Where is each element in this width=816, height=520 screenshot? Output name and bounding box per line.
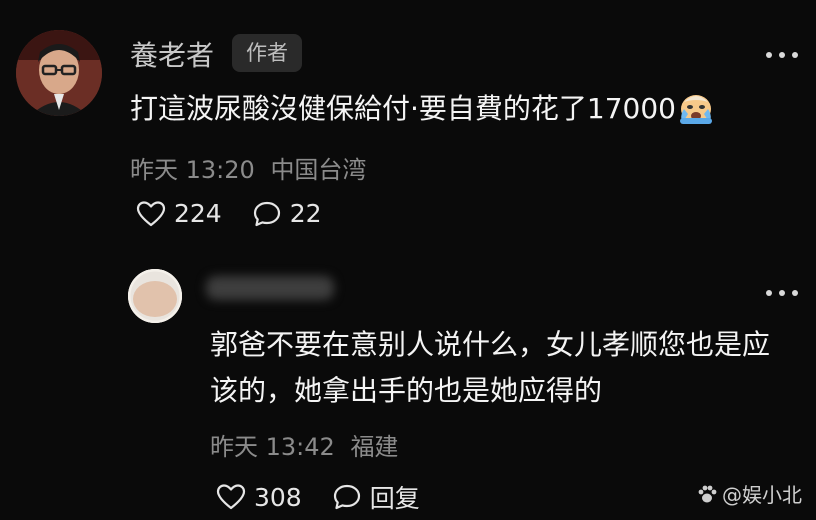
comment-text-content: 打這波尿酸沒健保給付·要自費的花了17000 [130,92,676,125]
avatar[interactable] [128,269,182,323]
more-options-icon[interactable] [766,52,798,60]
paw-icon [698,485,717,502]
comment-meta: 昨天 13:20 中国台湾 [130,150,366,185]
comment-location: 福建 [350,433,399,461]
like-count: 308 [254,482,302,512]
watermark-text: @娱小北 [722,483,802,507]
avatar[interactable] [16,30,102,116]
author-badge: 作者 [232,34,302,72]
reply-count: 22 [289,199,322,228]
like-button[interactable]: 224 [136,199,222,228]
comment-meta: 昨天 13:42 福建 [210,427,398,462]
comment-actions: 308 回复 [216,479,420,515]
reply-label: 回复 [369,484,420,513]
comment-text: 打這波尿酸沒健保給付·要自費的花了17000 [130,86,714,138]
comment-text: 郭爸不要在意别人说什么，女儿孝顺您也是应该的，她拿出手的也是她应得的 [210,328,771,407]
more-options-icon[interactable] [766,290,798,298]
comment-bubble-icon [253,201,280,226]
reply-button[interactable]: 22 [252,199,322,228]
like-count: 224 [174,199,222,228]
comment-bubble-icon [333,484,360,510]
comment-date: 昨天 13:20 [130,156,255,184]
blurred-username[interactable] [206,276,334,300]
comment-actions: 224 22 [136,199,322,228]
heart-icon [136,200,166,226]
like-button[interactable]: 308 [216,483,302,512]
comment-item: 養老者 作者 打這波尿酸沒健保給付·要自費的花了17000 昨天 13:20 中… [0,0,816,250]
username[interactable]: 養老者 [130,34,214,74]
comment-date: 昨天 13:42 [210,433,335,461]
watermark: @娱小北 [696,479,802,508]
reply-comment-item: 郭爸不要在意别人说什么，女儿孝顺您也是应该的，她拿出手的也是她应得的 昨天 13… [0,260,816,520]
reply-button[interactable]: 回复 [332,479,420,515]
heart-icon [216,484,246,510]
crying-face-icon [678,92,714,138]
comment-location: 中国台湾 [270,156,367,184]
